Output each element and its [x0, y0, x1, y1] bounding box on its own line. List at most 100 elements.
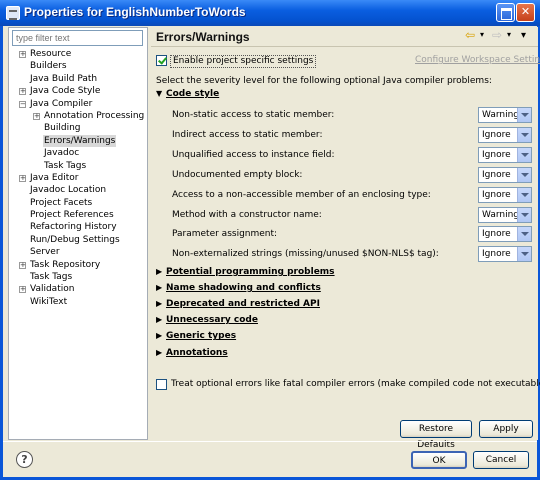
enable-project-settings-checkbox[interactable] — [156, 55, 167, 66]
severity-select[interactable]: Warning — [478, 107, 532, 123]
tree-item-label: Project Facets — [30, 197, 93, 208]
tree-item[interactable]: Project Facets — [9, 197, 147, 209]
collapse-icon[interactable]: − — [19, 100, 26, 108]
severity-select-value: Ignore — [482, 249, 511, 260]
dropdown-arrow-icon[interactable] — [517, 147, 531, 162]
configure-workspace-link[interactable]: Configure Workspace Settings... — [415, 55, 540, 65]
severity-select-value: Ignore — [482, 189, 511, 200]
severity-select[interactable]: Ignore — [478, 186, 532, 203]
tree-item-label: Javadoc — [44, 148, 80, 159]
tree-item[interactable]: − Java Compiler — [9, 98, 147, 110]
expand-icon[interactable]: + — [19, 51, 26, 58]
tree-item[interactable]: + Java Editor — [9, 172, 147, 184]
collapsed-section-label: Potential programming problems — [166, 267, 335, 277]
tree-item-label: Annotation Processing — [44, 110, 145, 121]
dropdown-arrow-icon[interactable] — [517, 108, 531, 122]
errors-warnings-page: Errors/Warnings ⇦ ▾ ⇨ ▾ ▾ Enable project… — [151, 27, 540, 450]
collapsed-section-label: Generic types — [166, 331, 237, 342]
collapsed-triangle-icon: ▶ — [156, 283, 163, 293]
severity-select[interactable]: Ignore — [478, 126, 532, 143]
tree-item-label: Task Tags — [44, 160, 87, 171]
dropdown-arrow-icon[interactable] — [517, 167, 531, 182]
expand-icon[interactable]: + — [19, 286, 26, 294]
dropdown-arrow-icon[interactable] — [517, 207, 531, 222]
severity-select[interactable]: Ignore — [478, 226, 532, 243]
dropdown-arrow-icon[interactable] — [517, 247, 531, 262]
dropdown-arrow-icon[interactable] — [517, 127, 531, 142]
window-title: Properties for EnglishNumberToWords — [24, 5, 246, 19]
collapsed-section[interactable]: ▶ Unnecessary code — [156, 315, 258, 325]
forward-arrow-icon[interactable]: ⇨ — [492, 28, 502, 42]
severity-select[interactable]: Ignore — [478, 166, 532, 183]
severity-select[interactable]: Ignore — [478, 246, 532, 263]
back-arrow-icon[interactable]: ⇦ — [465, 28, 475, 42]
collapsed-section-label: Annotations — [166, 347, 228, 358]
collapsed-section[interactable]: ▶ Potential programming problems — [156, 267, 335, 277]
tree-item[interactable]: Project References — [9, 209, 147, 221]
expand-icon[interactable]: + — [19, 174, 26, 182]
tree-item[interactable]: Task Tags — [9, 271, 147, 283]
severity-select-value: Ignore — [482, 129, 511, 140]
help-icon[interactable]: ? — [16, 451, 33, 468]
expand-icon[interactable]: + — [19, 261, 26, 269]
severity-select-value: Ignore — [482, 229, 511, 240]
collapsed-triangle-icon: ▶ — [156, 347, 163, 357]
forward-dropdown-icon[interactable]: ▾ — [507, 30, 511, 39]
tree-item[interactable]: + Task Repository — [9, 259, 147, 271]
section-code-style-label: Code style — [166, 89, 220, 99]
dropdown-arrow-icon[interactable] — [517, 227, 531, 242]
maximize-button[interactable] — [496, 3, 515, 22]
properties-dialog: Properties for EnglishNumberToWords ✕ + R… — [0, 0, 540, 480]
treat-errors-label[interactable]: Treat optional errors like fatal compile… — [171, 379, 540, 389]
tree-item[interactable]: + Resource — [9, 48, 147, 60]
tree-item-label: Building — [44, 123, 81, 134]
filter-input[interactable] — [12, 30, 143, 46]
page-navigation: ⇦ ▾ ⇨ ▾ ▾ — [465, 28, 535, 43]
tree-item[interactable]: Java Build Path — [9, 73, 147, 85]
severity-select[interactable]: Ignore — [478, 146, 532, 163]
tree-item-label: Javadoc Location — [30, 185, 107, 196]
option-label: Undocumented empty block: — [172, 169, 303, 180]
collapsed-section[interactable]: ▶ Name shadowing and conflicts — [156, 283, 321, 293]
tree-item-label: Builders — [30, 61, 67, 72]
title-bar[interactable]: Properties for EnglishNumberToWords ✕ — [0, 0, 540, 26]
option-label: Parameter assignment: — [172, 229, 278, 240]
severity-select[interactable]: Warning — [478, 206, 532, 223]
tree-item-label: Java Editor — [30, 172, 79, 183]
restore-defaults-button[interactable]: Restore Defaults — [400, 420, 472, 450]
tree-item[interactable]: WikiText — [9, 296, 147, 308]
view-menu-icon[interactable]: ▾ — [521, 30, 526, 41]
tree-item[interactable]: Task Tags — [9, 160, 147, 172]
expand-icon[interactable]: + — [19, 88, 26, 96]
treat-errors-checkbox[interactable] — [156, 379, 167, 390]
enable-project-settings-label[interactable]: Enable project specific settings — [170, 55, 317, 68]
tree-item[interactable]: Server — [9, 246, 147, 258]
ok-button[interactable]: OK — [411, 451, 467, 469]
tree-item[interactable]: Builders — [9, 60, 147, 72]
tree-item[interactable]: + Java Code Style — [9, 85, 147, 97]
severity-select-value: Warning — [482, 110, 520, 120]
tree-item[interactable]: Javadoc — [9, 147, 147, 159]
option-label: Access to a non-accessible member of an … — [172, 189, 431, 200]
tree-item-label: Server — [30, 247, 60, 258]
back-dropdown-icon[interactable]: ▾ — [480, 30, 484, 39]
collapsed-section[interactable]: ▶ Generic types — [156, 331, 236, 341]
apply-button[interactable]: Apply — [479, 420, 533, 438]
tree-item-label: Resource — [30, 49, 72, 59]
dialog-button-bar: ? OK Cancel — [3, 441, 537, 477]
preference-tree-panel: + Resource BuildersJava Build Path + Java Co… — [8, 27, 148, 440]
tree-item[interactable]: Javadoc Location — [9, 184, 147, 196]
tree-item[interactable]: + Annotation Processing — [9, 110, 147, 122]
tree-item[interactable]: Errors/Warnings — [9, 134, 147, 148]
tree-item[interactable]: Building — [9, 122, 147, 134]
expand-icon[interactable]: + — [33, 112, 40, 120]
tree-item[interactable]: Refactoring History — [9, 221, 147, 233]
dropdown-arrow-icon[interactable] — [517, 187, 531, 202]
tree-item[interactable]: + Validation — [9, 283, 147, 295]
tree-item[interactable]: Run/Debug Settings — [9, 234, 147, 246]
close-button[interactable]: ✕ — [516, 3, 535, 22]
collapsed-section[interactable]: ▶ Deprecated and restricted API — [156, 299, 320, 309]
cancel-button[interactable]: Cancel — [473, 451, 529, 469]
collapsed-section[interactable]: ▶ Annotations — [156, 348, 228, 358]
section-code-style[interactable]: ▼ Code style — [156, 89, 219, 99]
